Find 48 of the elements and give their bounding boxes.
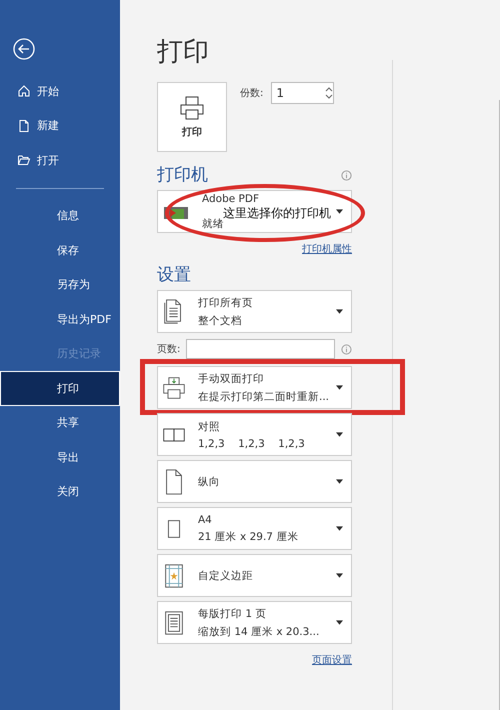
sidebar-item[interactable]: 保存 [0, 233, 120, 268]
printer-properties-link[interactable]: 打印机属性 [302, 242, 352, 256]
duplex-printer-icon [162, 374, 186, 400]
sidebar-item[interactable]: 开始 [0, 74, 120, 108]
sidebar-item[interactable]: 导出为PDF [0, 302, 120, 336]
page-per-sheet-icon [162, 610, 186, 636]
folder-icon [17, 153, 31, 168]
sidebar-item[interactable]: 信息 [0, 198, 120, 233]
caret-icon [336, 385, 343, 390]
info-icon[interactable] [341, 170, 352, 180]
setting-dropdown[interactable]: 纵向 [157, 460, 352, 503]
annotation-text: 这里选择你的打印机 [220, 206, 334, 220]
home-icon [17, 84, 31, 98]
copies-label: 份数: [240, 87, 264, 100]
margins-icon [162, 562, 186, 588]
sidebar-item[interactable]: 另存为 [0, 268, 120, 302]
page-setup-link[interactable]: 页面设置 [312, 653, 352, 667]
sidebar-item[interactable]: 共享 [0, 406, 120, 440]
sidebar-item[interactable]: 新建 [0, 108, 120, 143]
caret-icon [336, 209, 343, 214]
sidebar-item[interactable]: 关闭 [0, 474, 120, 509]
setting-dropdown[interactable]: 打印所有页 整个文档 [157, 290, 352, 333]
sidebar-item[interactable]: 打开 [0, 143, 120, 178]
print-button[interactable]: 打印 [157, 82, 227, 152]
copies-field[interactable]: 1 [271, 82, 334, 104]
sidebar-item[interactable]: 导出 [0, 440, 120, 474]
printer-icon [179, 95, 205, 121]
spinner-icon[interactable] [325, 85, 334, 101]
setting-dropdown[interactable]: 手动双面打印 在提示打印第二面时重新... [157, 366, 352, 409]
page-title: 打印 [157, 36, 210, 68]
caret-icon [336, 479, 343, 484]
back-icon[interactable] [13, 38, 35, 60]
caret-icon [336, 432, 343, 437]
pages-field[interactable] [186, 339, 336, 359]
caret-icon [336, 573, 343, 578]
section-heading: 打印机 [157, 164, 208, 186]
pages-label: 页数: [157, 343, 180, 356]
caret-icon [336, 620, 343, 625]
sidebar-item[interactable]: 打印 [0, 371, 120, 406]
setting-dropdown[interactable]: 对照 1,2,3 1,2,3 1,2,3 [157, 413, 352, 456]
info-icon[interactable] [341, 344, 352, 354]
caret-icon [336, 309, 343, 314]
setting-dropdown[interactable]: A4 21 厘米 x 29.7 厘米 [157, 507, 352, 550]
setting-dropdown[interactable]: 自定义边距 [157, 554, 352, 597]
document-icon [17, 118, 31, 133]
setting-dropdown[interactable]: 每版打印 1 页 缩放到 14 厘米 x 20.3... [157, 601, 352, 644]
section-heading: 设置 [157, 264, 191, 286]
caret-icon [336, 526, 343, 531]
